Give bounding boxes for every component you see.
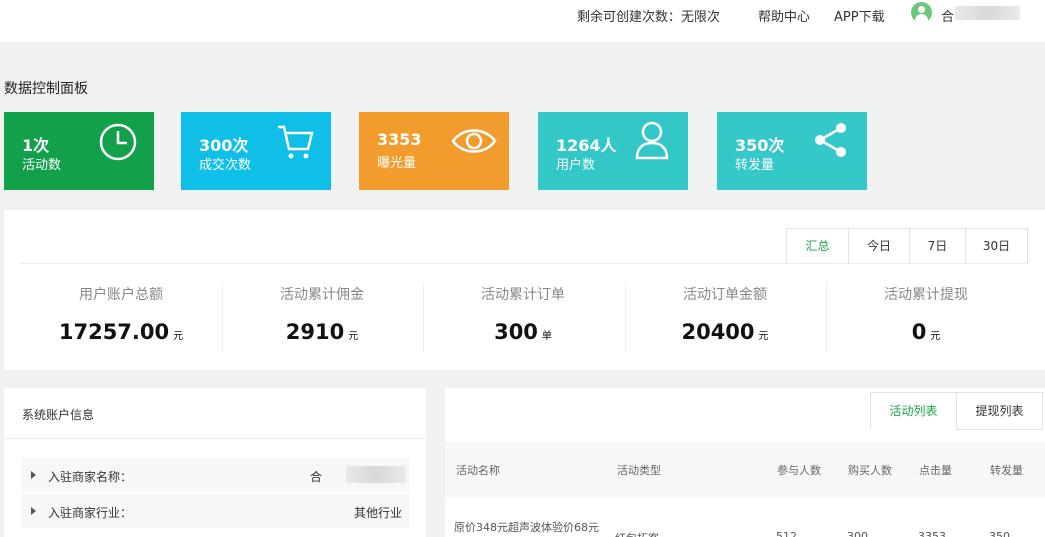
row-value: 其他行业 [353,506,402,520]
stat-value: 20400 [681,320,755,344]
tab-30-days[interactable]: 30日 [965,229,1027,263]
column-header: 活动类型 [617,464,661,477]
row-key: 入驻商家名称： [48,470,133,484]
stat-unit: 元 [758,331,769,342]
card-share-count[interactable]: 350次 转发量 [717,112,867,190]
tab-today[interactable]: 今日 [848,229,909,263]
column-header: 转发量 [990,464,1023,477]
column-header: 参与人数 [777,464,821,477]
stat-value: 17257.00 [58,320,170,344]
stat-value-line: 17257.00 元 [21,320,221,344]
divider [20,263,1027,264]
column-header: 点击量 [919,464,952,477]
cell-activity-type: 红包拓客 [615,530,659,537]
card-label: 活动数 [22,158,62,173]
user-avatar-icon[interactable] [911,2,932,23]
stat-value: 2910 [285,320,345,344]
stat-value-line: 20400 元 [625,320,825,344]
stat-value: 300 [494,320,538,344]
stat-account-total: 用户账户总额 17257.00 元 [21,284,221,344]
account-row-merchant-industry[interactable]: 入驻商家行业： 其他行业 [21,494,410,528]
row-value: 合 [309,470,322,484]
stat-value-line: 0元 [826,320,1026,344]
caret-right-icon [31,507,36,515]
card-value: 1次 [22,136,50,155]
caret-right-icon [31,471,36,479]
share-icon [815,123,846,157]
card-exposure[interactable]: 3353 曝光量 [359,112,509,190]
account-row-merchant-name[interactable]: 入驻商家名称： 合 [21,458,410,492]
clock-icon [99,123,137,161]
card-deal-count[interactable]: 300次 成交次数 [181,112,331,190]
tab-7-days[interactable]: 7日 [909,229,965,263]
stat-value-line: 300 单 [423,320,623,344]
card-label: 用户数 [556,158,596,173]
stat-value: 0 [911,320,927,344]
cell-activity-name[interactable]: 原价348元超声波体验价68元 [454,519,599,535]
cart-icon [278,125,314,159]
user-icon [635,121,669,160]
stat-unit: 单 [541,331,552,342]
stat-value-line: 2910 元 [222,320,422,344]
help-center-link[interactable]: 帮助中心 [758,6,810,25]
divider [4,438,426,439]
card-value: 1264人 [556,136,617,155]
stat-label: 活动累计订单 [481,287,565,303]
stat-label: 活动累计佣金 [280,287,364,303]
card-label: 成交次数 [199,158,252,173]
stat-orders: 活动累计订单 300 单 [423,284,623,344]
stat-label: 活动累计提现 [884,287,968,303]
cell-participants: 512 [776,530,797,537]
table-header [445,442,1045,498]
panel-heading: 系统账户信息 [22,408,95,422]
tab-withdrawal-list[interactable]: 提现列表 [956,392,1043,430]
stat-order-amount: 活动订单金额 20400 元 [625,284,825,344]
stat-withdrawal: 活动累计提现 0元 [826,284,1026,344]
stat-unit: 元 [930,331,941,342]
eye-icon [451,129,497,153]
stat-commission: 活动累计佣金 2910 元 [222,284,422,344]
card-value: 350次 [735,136,785,155]
row-key: 入驻商家行业： [48,506,133,520]
stat-label: 活动订单金额 [683,287,767,303]
cell-shares: 350 [989,530,1010,537]
card-activity-count[interactable]: 1次 活动数 [4,112,154,190]
card-value: 300次 [199,136,249,155]
card-user-count[interactable]: 1264人 用户数 [538,112,688,190]
card-label: 曝光量 [377,156,417,171]
cell-buyers: 300 [847,530,868,537]
card-label: 转发量 [735,158,775,173]
stat-unit: 元 [348,331,359,342]
remaining-count-text: 剩余可创建次数：无限次 [577,10,721,25]
redacted-name-block [346,466,406,483]
card-value: 3353 [377,130,422,149]
top-bar: 剩余可创建次数：无限次 帮助中心 APP下载 合 [0,0,1045,42]
page-title: 数据控制面板 [4,81,88,97]
column-header: 活动名称 [456,464,500,477]
tab-activity-list[interactable]: 活动列表 [870,392,957,430]
cell-clicks: 3353 [918,530,946,537]
redacted-name-block [955,6,1020,20]
column-header: 购买人数 [848,464,892,477]
tab-total[interactable]: 汇总 [787,229,848,263]
summary-tabs: 汇总 今日 7日 30日 [786,228,1028,264]
account-info-panel: 系统账户信息 入驻商家名称： 合 入驻商家行业： 其他行业 [4,388,426,537]
app-download-link[interactable]: APP下载 [834,6,885,25]
stat-unit: 元 [173,331,184,342]
user-name[interactable]: 合 [941,6,954,25]
stat-label: 用户账户总额 [79,287,163,303]
